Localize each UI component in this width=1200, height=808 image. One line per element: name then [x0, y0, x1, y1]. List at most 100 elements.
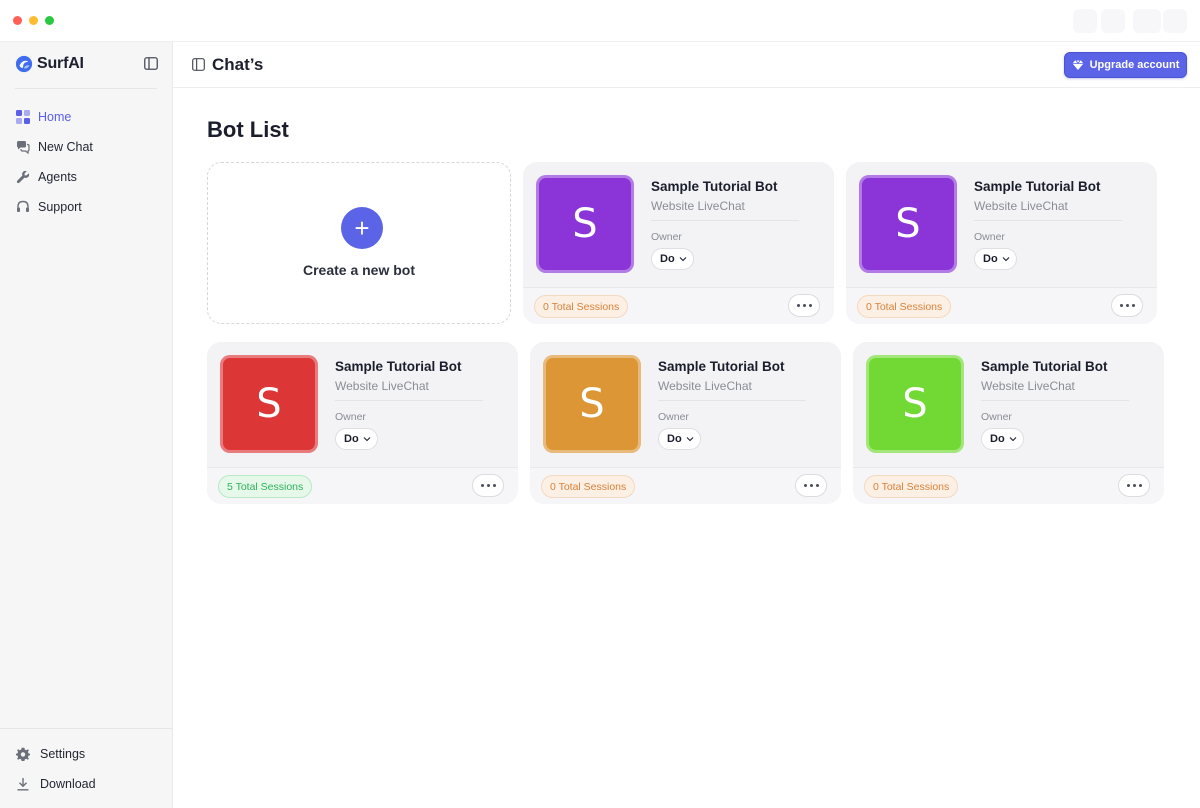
upgrade-account-button[interactable]: Upgrade account: [1064, 52, 1187, 78]
dot: [809, 484, 813, 487]
bot-card-body: S Sample Tutorial Bot Website LiveChat O…: [853, 342, 1164, 467]
bot-avatar[interactable]: S: [220, 355, 318, 453]
chat-bubbles-icon: [17, 141, 30, 154]
bot-name[interactable]: Sample Tutorial Bot: [974, 179, 1101, 194]
chevron-down-icon: [1009, 437, 1017, 442]
bot-name[interactable]: Sample Tutorial Bot: [981, 359, 1108, 374]
owner-label: Owner: [981, 411, 1012, 423]
dot: [796, 304, 800, 307]
dot: [1132, 484, 1136, 487]
dot: [486, 484, 490, 487]
chevron-down-icon: [363, 437, 371, 442]
bot-type: Website LiveChat: [974, 199, 1068, 213]
bot-type: Website LiveChat: [658, 379, 752, 393]
owner-dropdown[interactable]: Do: [974, 248, 1017, 270]
owner-value: Do: [344, 433, 359, 445]
owner-label: Owner: [658, 411, 689, 423]
sidebar-nav: Home New Chat Agents Support: [0, 102, 172, 222]
close-window-button[interactable]: [13, 16, 22, 25]
more-options-button[interactable]: [1118, 474, 1150, 497]
sidebar-footer: Settings Download: [0, 728, 172, 799]
surfai-logo-icon: [15, 55, 33, 73]
sidebar-item-support[interactable]: Support: [0, 192, 172, 222]
bot-card-footer: 0 Total Sessions: [853, 467, 1164, 504]
sidebar: SurfAI Home New Chat Agents Support Sett…: [0, 42, 173, 808]
bot-card-body: S Sample Tutorial Bot Website LiveChat O…: [523, 162, 834, 287]
more-options-button[interactable]: [795, 474, 827, 497]
toolbar-placeholder-icon: [1073, 9, 1097, 33]
chevron-down-icon: [686, 437, 694, 442]
maximize-window-button[interactable]: [45, 16, 54, 25]
more-options-button[interactable]: [472, 474, 504, 497]
dot: [492, 484, 496, 487]
dot: [1119, 304, 1123, 307]
bot-info-divider: [974, 220, 1122, 221]
toolbar-placeholder-icon: [1163, 9, 1187, 33]
grid-icon: [16, 110, 30, 124]
sidebar-item-label: Download: [40, 777, 96, 791]
bot-info-divider: [651, 220, 799, 221]
bot-card-footer: 0 Total Sessions: [846, 287, 1157, 324]
bot-name[interactable]: Sample Tutorial Bot: [335, 359, 462, 374]
sidebar-item-label: Agents: [38, 170, 77, 184]
dot: [808, 304, 812, 307]
owner-value: Do: [660, 253, 675, 265]
bot-name[interactable]: Sample Tutorial Bot: [658, 359, 785, 374]
bot-avatar[interactable]: S: [859, 175, 957, 273]
app-logo[interactable]: SurfAI: [15, 55, 84, 73]
bot-avatar[interactable]: S: [543, 355, 641, 453]
sidebar-item-home[interactable]: Home: [0, 102, 172, 132]
window-titlebar: [0, 0, 1200, 42]
sidebar-item-agents[interactable]: Agents: [0, 162, 172, 192]
dot: [1126, 484, 1130, 487]
owner-dropdown[interactable]: Do: [981, 428, 1024, 450]
chevron-down-icon: [679, 257, 687, 262]
bot-card[interactable]: S Sample Tutorial Bot Website LiveChat O…: [846, 162, 1157, 324]
bot-card-footer: 5 Total Sessions: [207, 467, 518, 504]
sidebar-item-settings[interactable]: Settings: [0, 739, 172, 769]
sessions-badge: 0 Total Sessions: [864, 475, 959, 498]
sessions-badge: 0 Total Sessions: [857, 295, 952, 318]
sidebar-item-download[interactable]: Download: [0, 769, 172, 799]
bot-card[interactable]: S Sample Tutorial Bot Website LiveChat O…: [530, 342, 841, 504]
more-options-button[interactable]: [1111, 294, 1143, 317]
dot: [1131, 304, 1135, 307]
owner-dropdown[interactable]: Do: [651, 248, 694, 270]
bot-name[interactable]: Sample Tutorial Bot: [651, 179, 778, 194]
gear-icon: [16, 747, 30, 761]
toolbar-placeholder-icon: [1101, 9, 1125, 33]
dot: [802, 304, 806, 307]
owner-value: Do: [667, 433, 682, 445]
bot-type: Website LiveChat: [335, 379, 429, 393]
dot: [815, 484, 819, 487]
minimize-window-button[interactable]: [29, 16, 38, 25]
owner-dropdown[interactable]: Do: [335, 428, 378, 450]
bot-list-heading: Bot List: [207, 117, 289, 142]
sessions-badge: 0 Total Sessions: [534, 295, 629, 318]
create-bot-card[interactable]: + Create a new bot: [207, 162, 511, 324]
bot-card[interactable]: S Sample Tutorial Bot Website LiveChat O…: [523, 162, 834, 324]
sidebar-item-label: Home: [38, 110, 72, 124]
upgrade-label: Upgrade account: [1089, 59, 1180, 71]
bot-card-body: S Sample Tutorial Bot Website LiveChat O…: [207, 342, 518, 467]
panel-toggle-icon[interactable]: [192, 58, 205, 71]
bot-card[interactable]: S Sample Tutorial Bot Website LiveChat O…: [853, 342, 1164, 504]
sidebar-item-new-chat[interactable]: New Chat: [0, 132, 172, 162]
owner-label: Owner: [974, 231, 1005, 243]
owner-value: Do: [990, 433, 1005, 445]
diamond-icon: [1072, 60, 1084, 70]
bot-avatar[interactable]: S: [536, 175, 634, 273]
plus-icon: +: [341, 207, 383, 249]
chevron-down-icon: [1002, 257, 1010, 262]
sidebar-item-label: Settings: [40, 747, 86, 761]
bot-info-divider: [335, 400, 483, 401]
bot-avatar[interactable]: S: [866, 355, 964, 453]
dot: [1125, 304, 1129, 307]
sessions-badge: 0 Total Sessions: [541, 475, 636, 498]
owner-dropdown[interactable]: Do: [658, 428, 701, 450]
more-options-button[interactable]: [788, 294, 820, 317]
bot-card[interactable]: S Sample Tutorial Bot Website LiveChat O…: [207, 342, 518, 504]
sidebar-toggle-icon[interactable]: [144, 57, 158, 70]
sessions-badge: 5 Total Sessions: [218, 475, 313, 498]
bot-card-body: S Sample Tutorial Bot Website LiveChat O…: [846, 162, 1157, 287]
